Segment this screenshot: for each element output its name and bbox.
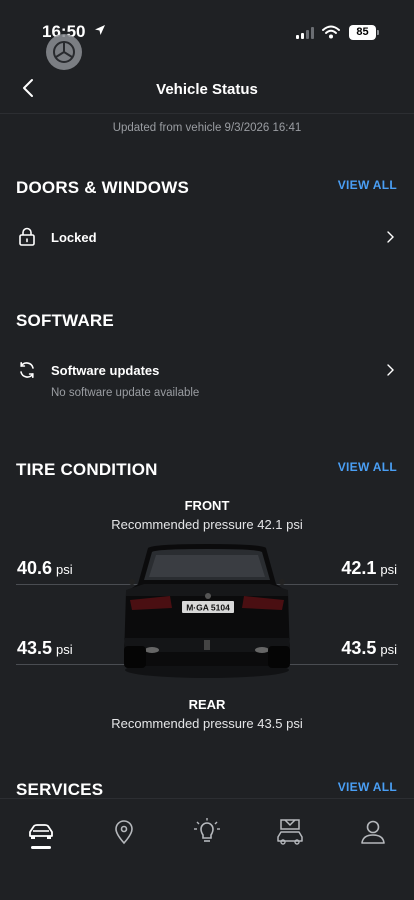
location-pin-icon[interactable] bbox=[109, 817, 139, 847]
rear-right-tire-pressure: 43.5 psi bbox=[341, 638, 397, 658]
front-left-tire-pressure: 40.6 psi bbox=[17, 558, 73, 578]
tire-condition-heading: TIRE CONDITION bbox=[16, 460, 158, 479]
software-updates-label: Software updates bbox=[51, 363, 160, 378]
status-bar: 16:50 85 bbox=[0, 0, 414, 70]
vehicle-rear-image: M·GA 5104 bbox=[124, 544, 290, 678]
wifi-icon bbox=[322, 25, 340, 39]
active-tab-indicator bbox=[31, 846, 51, 849]
battery-tip bbox=[377, 30, 379, 35]
bulb-icon[interactable] bbox=[192, 817, 222, 847]
rear-recommended-pressure: Recommended pressure 43.5 psi bbox=[111, 716, 303, 731]
front-recommended-pressure: Recommended pressure 42.1 psi bbox=[111, 517, 303, 532]
profile-icon[interactable] bbox=[358, 817, 388, 847]
battery-level: 85 bbox=[349, 25, 376, 40]
rear-left-tire-pressure: 43.5 psi bbox=[17, 638, 73, 658]
doors-windows-view-all-link[interactable]: VIEW ALL bbox=[338, 178, 397, 192]
nav-bar: Vehicle Status bbox=[0, 62, 414, 114]
services-heading: SERVICES bbox=[16, 780, 104, 799]
software-heading: SOFTWARE bbox=[16, 311, 114, 330]
doors-windows-heading: DOORS & WINDOWS bbox=[16, 178, 189, 197]
cellular-signal-icon bbox=[296, 27, 314, 39]
last-updated-text: Updated from vehicle 9/3/2026 16:41 bbox=[112, 122, 302, 134]
tire-condition-view-all-link[interactable]: VIEW ALL bbox=[338, 460, 397, 474]
front-right-tire-pressure: 42.1 psi bbox=[341, 558, 397, 578]
license-plate-text: M·GA 5104 bbox=[186, 603, 230, 613]
chevron-right-icon bbox=[387, 231, 394, 243]
car-service-icon[interactable] bbox=[275, 817, 305, 847]
software-updates-status: No software update available bbox=[51, 387, 200, 399]
front-axle-label: FRONT bbox=[184, 498, 230, 513]
location-arrow-icon bbox=[95, 25, 105, 35]
padlock-icon bbox=[19, 227, 35, 246]
services-view-all-link[interactable]: VIEW ALL bbox=[338, 780, 397, 794]
tab-bar bbox=[0, 798, 414, 900]
chevron-right-icon bbox=[387, 364, 394, 376]
page-title: Vehicle Status bbox=[156, 81, 258, 98]
rear-axle-label: REAR bbox=[188, 697, 226, 712]
doors-status-label: Locked bbox=[51, 230, 97, 245]
car-icon[interactable] bbox=[26, 817, 56, 847]
refresh-icon bbox=[20, 362, 34, 378]
